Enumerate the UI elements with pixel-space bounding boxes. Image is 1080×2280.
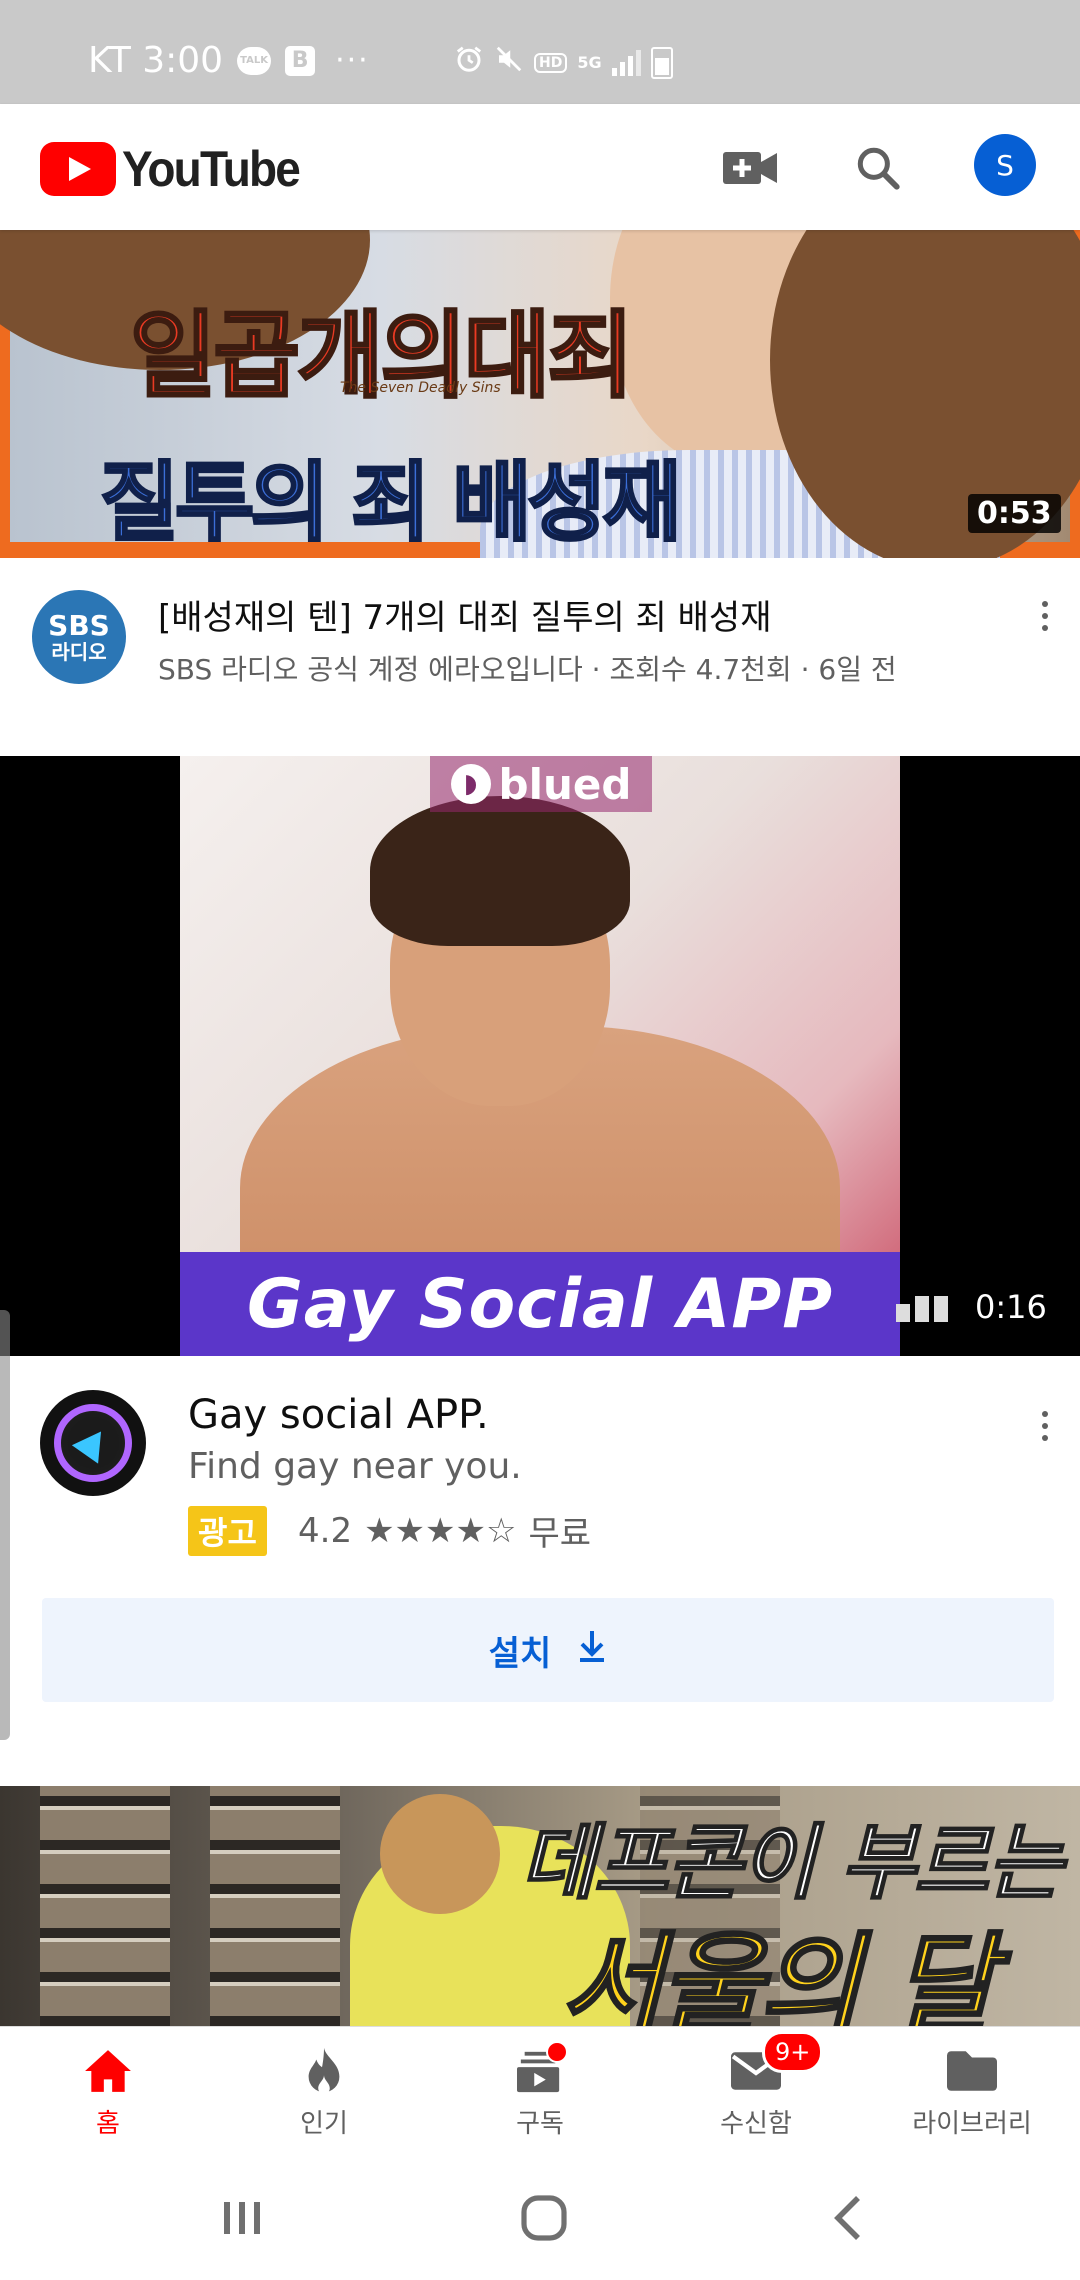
video-subtitle: SBS 라디오 공식 계정 에라오입니다 · 조회수 4.7천회 · 6일 전 [158,653,897,686]
video-thumbnail-3[interactable]: 데프콘이 부르는 서울의 달 [0,1786,1080,2026]
ad-more-options-icon[interactable] [1030,1404,1060,1448]
library-folder-icon [944,2043,1000,2099]
nav-label: 인기 [300,2109,348,2139]
system-navigation-bar [0,2156,1080,2280]
ad-sound-icon [896,1296,948,1322]
nav-label: 수신함 [720,2109,792,2139]
back-button-icon[interactable] [808,2186,888,2250]
nav-item-library[interactable]: 라이브러리 [864,2027,1080,2155]
thumbnail-image: 일곱개의대죄 The Seven Deadly Sins 질투의 죄 배성재 [0,230,1080,558]
hd-voice-icon: HD [534,52,568,73]
network-5g-icon: 5G [577,53,602,72]
more-notifications-icon: ··· [335,43,370,78]
nav-label: 구독 [516,2109,564,2139]
blued-logo-icon: ◗ [450,764,491,804]
thumbnail-shelf [40,1786,170,2026]
nav-label: 홈 [96,2109,120,2139]
ad-badge: 광고 [188,1506,267,1556]
ad-app-icon-ring [54,1404,132,1482]
carrier-time: KT 3:00 [88,40,224,81]
thumbnail-head [380,1794,500,1914]
blued-logo: ◗ blued [430,756,652,812]
status-right: HD 5G [454,44,673,81]
channel-avatar[interactable]: SBS 라디오 [32,590,126,684]
recent-apps-icon[interactable] [202,2186,282,2250]
bottom-navigation: 홈 인기 구독 9+ 수신함 라이브러리 [0,2026,1080,2155]
thumbnail-text-line2: 서울의 달 [558,1921,996,2027]
side-scroll-handle[interactable] [0,1310,10,1740]
account-avatar[interactable]: S [974,134,1036,196]
ad-video-thumbnail[interactable]: ◗ blued Gay Social APP 0:16 [0,756,1080,1356]
ad-app-name[interactable]: Gay social APP. [188,1392,489,1438]
ad-tagline: Find gay near you. [188,1446,522,1487]
nav-label: 라이브러리 [912,2109,1032,2139]
blued-logo-text: blued [498,759,632,809]
thumbnail-title-line2: 질투의 죄 배성재 [99,452,684,555]
youtube-play-logo-icon [40,142,116,196]
nav-item-subscriptions[interactable]: 구독 [432,2027,648,2155]
video-thumbnail[interactable]: 일곱개의대죄 The Seven Deadly Sins 질투의 죄 배성재 0… [0,230,1080,558]
top-app-bar: YouTube [0,104,1080,230]
star-rating-icon: ★★★★☆ [364,1510,517,1551]
battery-icon [650,46,673,79]
video-camera-add-icon[interactable] [718,136,782,200]
ad-banner-text: Gay Social APP [180,1252,900,1356]
thumbnail-subtitle: The Seven Deadly Sins [340,380,501,396]
download-icon [577,1629,607,1672]
install-label: 설치 [488,1633,552,1674]
nav-item-inbox[interactable]: 9+ 수신함 [648,2027,864,2155]
ad-duration: 0:16 [975,1288,1047,1326]
ad-app-icon[interactable] [40,1390,146,1496]
youtube-logo-text: YouTube [122,141,301,197]
inbox-badge: 9+ [762,2031,824,2073]
home-button-icon[interactable] [504,2186,584,2250]
home-icon [80,2043,136,2099]
kakaotalk-icon: TALK [237,46,272,75]
mute-icon [494,44,524,81]
channel-avatar-text-top: SBS [48,609,110,642]
status-left: KT 3:00 TALK B ··· [88,40,370,81]
youtube-logo[interactable]: YouTube [40,140,314,198]
ad-price: 무료 [528,1514,592,1554]
search-icon[interactable] [846,136,910,200]
alarm-icon [454,44,484,81]
signal-icon [611,49,641,76]
ad-rating-value: 4.2 [298,1510,353,1551]
b-app-icon: B [285,45,316,76]
subscriptions-icon [512,2041,568,2099]
thumbnail-shelf [210,1786,340,2026]
bolt-icon [71,1422,115,1464]
ad-rating-row: 4.2 ★★★★☆ 무료 [298,1506,591,1555]
nav-item-trending[interactable]: 인기 [216,2027,432,2155]
ad-image-hair [370,796,630,946]
video-duration: 0:53 [968,494,1061,533]
more-options-icon[interactable] [1030,594,1060,638]
subscriptions-new-dot [546,2041,568,2063]
video-title[interactable]: [배성재의 텐] 7개의 대죄 질투의 죄 배성재 [158,590,772,639]
nav-item-home[interactable]: 홈 [0,2027,216,2155]
inbox-mail-icon: 9+ [728,2031,824,2099]
trending-fire-icon [296,2043,352,2099]
status-bar: KT 3:00 TALK B ··· HD 5G [0,0,1080,104]
install-button[interactable]: 설치 [42,1598,1054,1702]
channel-avatar-text-bottom: 라디오 [51,640,107,664]
